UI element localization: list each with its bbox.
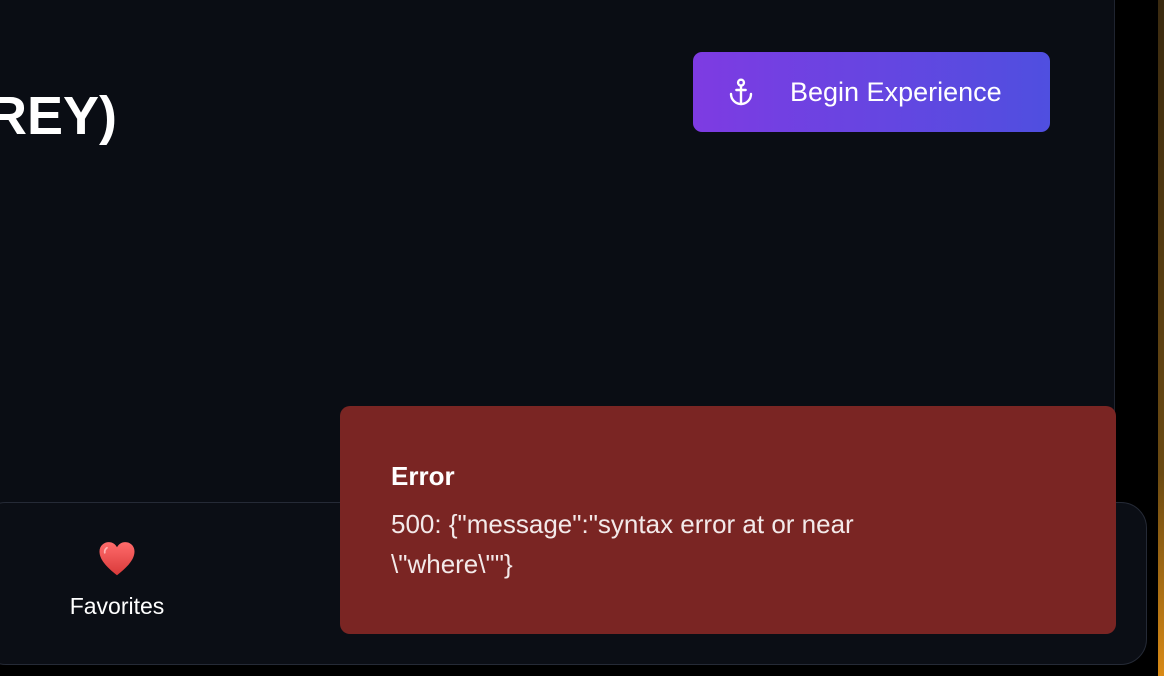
error-message: 500: {"message":"syntax error at or near…: [391, 509, 854, 579]
nav-item-favorites[interactable]: Favorites: [59, 539, 175, 639]
begin-experience-button[interactable]: Begin Experience: [693, 52, 1050, 132]
begin-experience-label: Begin Experience: [790, 76, 1002, 107]
error-title: Error: [391, 461, 455, 491]
error-toast[interactable]: Error 500: {"message":"syntax error at o…: [340, 406, 1116, 634]
nav-item-label: Favorites: [69, 593, 165, 619]
window-edge: [1158, 0, 1164, 676]
anchor-icon: [729, 78, 753, 106]
page-title: REY): [0, 86, 118, 146]
app-window: REY) Begin Experience Favorites Error 50…: [0, 0, 1164, 676]
heart-icon: [99, 542, 135, 576]
